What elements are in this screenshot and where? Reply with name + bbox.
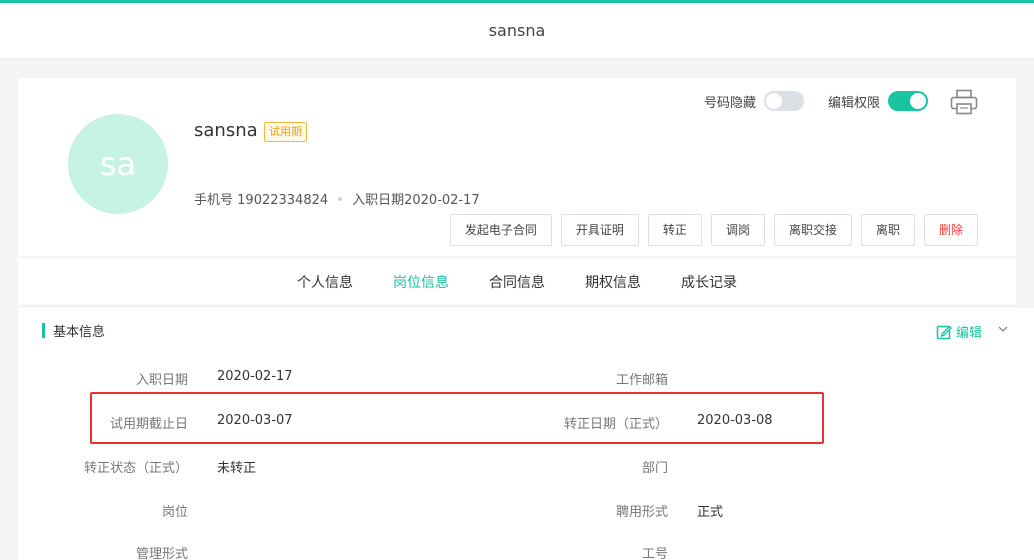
field-value: 正式 xyxy=(697,505,724,520)
field-label: 转正状态（正式） xyxy=(83,461,188,476)
edit-label: 编辑 xyxy=(956,326,983,341)
tab-personal-info[interactable]: 个人信息 xyxy=(297,272,353,292)
employee-name: sansna xyxy=(194,120,258,141)
top-bar: sansna xyxy=(0,0,1034,58)
regularize-button[interactable]: 转正 xyxy=(647,214,702,246)
join-date-value: 2020-02-17 xyxy=(404,193,480,208)
tab-position-info[interactable]: 岗位信息 xyxy=(393,272,449,292)
phone-value: 19022334824 xyxy=(237,193,329,208)
avatar: sa xyxy=(68,114,168,214)
hide-number-label: 号码隐藏 xyxy=(704,95,757,111)
field-label: 入职日期 xyxy=(135,373,188,388)
field-label: 部门 xyxy=(641,461,668,476)
field-label: 管理形式 xyxy=(135,547,188,560)
transfer-button[interactable]: 调岗 xyxy=(710,214,765,246)
field-row: 管理形式 工号 xyxy=(18,543,1034,560)
resign-button[interactable]: 离职 xyxy=(860,214,915,246)
field-label: 工作邮箱 xyxy=(615,373,668,388)
chevron-down-icon[interactable] xyxy=(998,326,1008,333)
hide-number-toggle-group: 号码隐藏 xyxy=(704,91,805,111)
field-label: 岗位 xyxy=(161,505,188,520)
tab-option-info[interactable]: 期权信息 xyxy=(585,272,641,292)
field-label: 工号 xyxy=(641,547,668,560)
edit-icon xyxy=(936,325,952,339)
field-row: 转正状态（正式） 未转正 部门 xyxy=(18,457,1034,477)
hide-number-switch[interactable] xyxy=(764,91,805,111)
delete-button[interactable]: 删除 xyxy=(923,214,978,246)
field-row: 岗位 聘用形式 正式 xyxy=(18,501,1034,521)
employee-meta: 手机号 19022334824 • 入职日期2020-02-17 xyxy=(194,189,480,208)
page-title: sansna xyxy=(488,21,546,40)
tab-contract-info[interactable]: 合同信息 xyxy=(489,272,545,292)
print-icon[interactable] xyxy=(950,89,978,115)
handover-button[interactable]: 离职交接 xyxy=(773,214,852,246)
join-date-label: 入职日期 xyxy=(352,193,405,208)
edit-permission-toggle-group: 编辑权限 xyxy=(828,91,929,111)
separator-dot: • xyxy=(336,193,344,208)
edit-permission-label: 编辑权限 xyxy=(828,95,881,111)
basic-info-card: 基本信息 编辑 入职日期 2020-02-17 工作邮箱 试用期截止日 2020… xyxy=(18,308,1034,560)
section-title: 基本信息 xyxy=(42,322,105,340)
field-value: 2020-02-17 xyxy=(217,369,293,384)
action-buttons: 发起电子合同 开具证明 转正 调岗 离职交接 离职 删除 xyxy=(449,214,978,246)
tab-growth-record[interactable]: 成长记录 xyxy=(681,272,737,292)
tab-bar: 个人信息 岗位信息 合同信息 期权信息 成长记录 xyxy=(18,258,1016,306)
section-accent-bar xyxy=(42,322,45,338)
edit-button[interactable]: 编辑 xyxy=(936,322,982,341)
field-row: 入职日期 2020-02-17 工作邮箱 xyxy=(18,369,1034,389)
field-label: 聘用形式 xyxy=(615,505,668,520)
certificate-button[interactable]: 开具证明 xyxy=(560,214,639,246)
phone-label: 手机号 xyxy=(194,193,234,208)
edit-permission-switch[interactable] xyxy=(888,91,929,111)
field-value: 未转正 xyxy=(217,461,257,476)
highlight-box xyxy=(90,392,824,444)
e-contract-button[interactable]: 发起电子合同 xyxy=(449,214,552,246)
profile-card: sa sansna 试用期 手机号 19022334824 • 入职日期2020… xyxy=(18,78,1016,256)
status-badge: 试用期 xyxy=(264,122,307,142)
